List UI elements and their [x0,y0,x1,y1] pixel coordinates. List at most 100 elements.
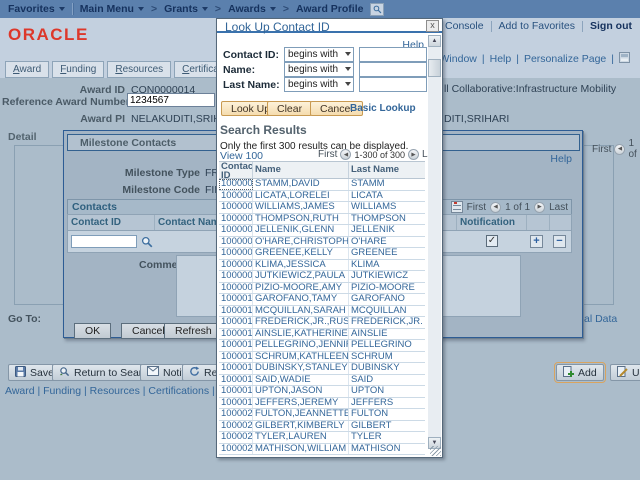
result-name-link[interactable]: KLIMA,JESSICA [253,260,349,271]
result-name-link[interactable]: JUTKIEWICZ,PAULA [253,271,349,282]
name-operator-select[interactable]: begins with [284,62,354,77]
result-contact-id-link[interactable]: 1000003 [219,214,253,225]
result-name-link[interactable]: O'HARE,CHRISTOPHER [253,237,349,248]
last-name-search-input[interactable] [359,77,427,92]
milestone-help-link[interactable]: Help [550,153,572,165]
result-contact-id-link[interactable]: 1000020 [219,409,253,420]
result-last-name-link[interactable]: STAMM [349,179,425,190]
result-last-name-link[interactable]: FREDERICK,JR. [349,317,425,328]
result-contact-id-link[interactable]: 1000009 [219,283,253,294]
result-name-link[interactable]: SCHRUM,KATHLEEN [253,352,349,363]
tab-award[interactable]: Award [5,61,49,78]
result-name-link[interactable]: UPTON,JASON [253,386,349,397]
result-last-name-link[interactable]: JEFFERS [349,398,425,409]
result-last-name-link[interactable]: WILLIAMS [349,202,425,213]
footer-link-certifications[interactable]: Certifications [148,385,209,397]
result-contact-id-link[interactable]: 1000001 [219,191,253,202]
result-last-name-link[interactable]: GILBERT [349,421,425,432]
results-pager-next-icon[interactable]: ▶ [408,149,419,160]
result-contact-id-link[interactable]: 1000000 [219,179,253,190]
result-contact-id-link[interactable]: 1000022 [219,432,253,443]
clear-button[interactable]: Clear [267,101,312,116]
result-name-link[interactable]: PELLEGRINO,JENNIFER [253,340,349,351]
result-name-link[interactable]: JEFFERS,JEREMY [253,398,349,409]
result-last-name-link[interactable]: TYLER [349,432,425,443]
result-contact-id-link[interactable]: 1000019 [219,398,253,409]
contact-id-input[interactable] [71,235,137,248]
footer-link-resources[interactable]: Resources [90,385,140,397]
close-icon[interactable]: x [426,20,439,32]
scrollbar-thumb[interactable] [428,59,441,77]
result-contact-id-link[interactable]: 1000004 [219,225,253,236]
menu-main-menu[interactable]: Main Menu [80,3,144,15]
result-contact-id-link[interactable]: 1000010 [219,294,253,305]
help-link[interactable]: Help [490,53,512,65]
result-contact-id-link[interactable]: 1000013 [219,329,253,340]
resize-grip[interactable] [430,446,441,456]
contact-id-column-header[interactable]: Contact ID [68,215,155,230]
result-contact-id-link[interactable]: 1000006 [219,248,253,259]
result-contact-id-link[interactable]: 1000023 [219,444,253,455]
pager-previous-icon[interactable]: ◀ [614,144,625,155]
update-display-button[interactable]: Update [610,364,640,381]
result-last-name-link[interactable]: GREENEE [349,248,425,259]
refresh-dialog-button[interactable]: Refresh [164,323,223,339]
scroll-up-icon[interactable]: ▲ [428,35,441,47]
results-pager-first-link[interactable]: First [318,149,337,160]
result-last-name-link[interactable]: DUBINSKY [349,363,425,374]
footer-link-award[interactable]: Award [5,385,35,397]
breadcrumb-grants[interactable]: Grants [164,3,208,15]
grid-pager-last-link[interactable]: Last [549,202,568,213]
result-name-link[interactable]: WILLIAMS,JAMES [253,202,349,213]
result-name-link[interactable]: GREENEE,KELLY [253,248,349,259]
pager-first-link[interactable]: First [592,144,611,155]
personalize-grid-icon[interactable] [451,201,463,213]
result-contact-id-link[interactable]: 1000018 [219,386,253,397]
add-button[interactable]: Add [556,364,604,381]
grid-pager-first-link[interactable]: First [467,202,486,213]
results-name-header[interactable]: Name [253,162,349,178]
result-last-name-link[interactable]: JUTKIEWICZ [349,271,425,282]
result-contact-id-link[interactable]: 1000008 [219,271,253,282]
result-contact-id-link[interactable]: 1000007 [219,260,253,271]
menu-favorites[interactable]: Favorites [8,3,65,15]
delete-row-button[interactable]: − [553,235,566,248]
result-name-link[interactable]: MATHISON,WILLIAM [253,444,349,455]
result-last-name-link[interactable]: SCHRUM [349,352,425,363]
result-contact-id-link[interactable]: 1000012 [219,317,253,328]
result-name-link[interactable]: GAROFANO,TAMY [253,294,349,305]
add-row-button[interactable]: + [530,235,543,248]
add-to-favorites-link[interactable]: Add to Favorites [499,20,575,32]
result-last-name-link[interactable]: SAID [349,375,425,386]
result-name-link[interactable]: THOMPSON,RUTH [253,214,349,225]
notification-checkbox[interactable]: ✓ [486,235,498,247]
contact-id-operator-select[interactable]: begins with [284,47,354,62]
footer-link-funding[interactable]: Funding [43,385,81,397]
result-last-name-link[interactable]: THOMPSON [349,214,425,225]
result-contact-id-link[interactable]: 1000011 [219,306,253,317]
result-contact-id-link[interactable]: 1000005 [219,237,253,248]
result-last-name-link[interactable]: FULTON [349,409,425,420]
grid-pager-next-icon[interactable]: ▶ [534,202,545,213]
search-icon[interactable] [370,3,384,16]
result-last-name-link[interactable]: AINSLIE [349,329,425,340]
result-name-link[interactable]: GILBERT,KIMBERLY [253,421,349,432]
result-name-link[interactable]: FULTON,JEANNETTE [253,409,349,420]
result-contact-id-link[interactable]: 1000021 [219,421,253,432]
result-name-link[interactable]: DUBINSKY,STANLEY [253,363,349,374]
result-name-link[interactable]: MCQUILLAN,SARAH [253,306,349,317]
result-last-name-link[interactable]: MATHISON [349,444,425,455]
result-name-link[interactable]: LICATA,LORELEI [253,191,349,202]
result-last-name-link[interactable]: JELLENIK [349,225,425,236]
result-last-name-link[interactable]: UPTON [349,386,425,397]
result-contact-id-link[interactable]: 1000017 [219,375,253,386]
result-last-name-link[interactable]: O'HARE [349,237,425,248]
result-last-name-link[interactable]: LICATA [349,191,425,202]
contact-id-lookup-icon[interactable] [141,236,153,251]
result-contact-id-link[interactable]: 1000002 [219,202,253,213]
modal-scrollbar[interactable]: ▲ ▼ [428,35,441,449]
result-last-name-link[interactable]: PELLEGRINO [349,340,425,351]
result-name-link[interactable]: SAID,WADIE [253,375,349,386]
result-last-name-link[interactable]: PIZIO-MOORE [349,283,425,294]
results-last-name-header[interactable]: Last Name [349,162,425,178]
